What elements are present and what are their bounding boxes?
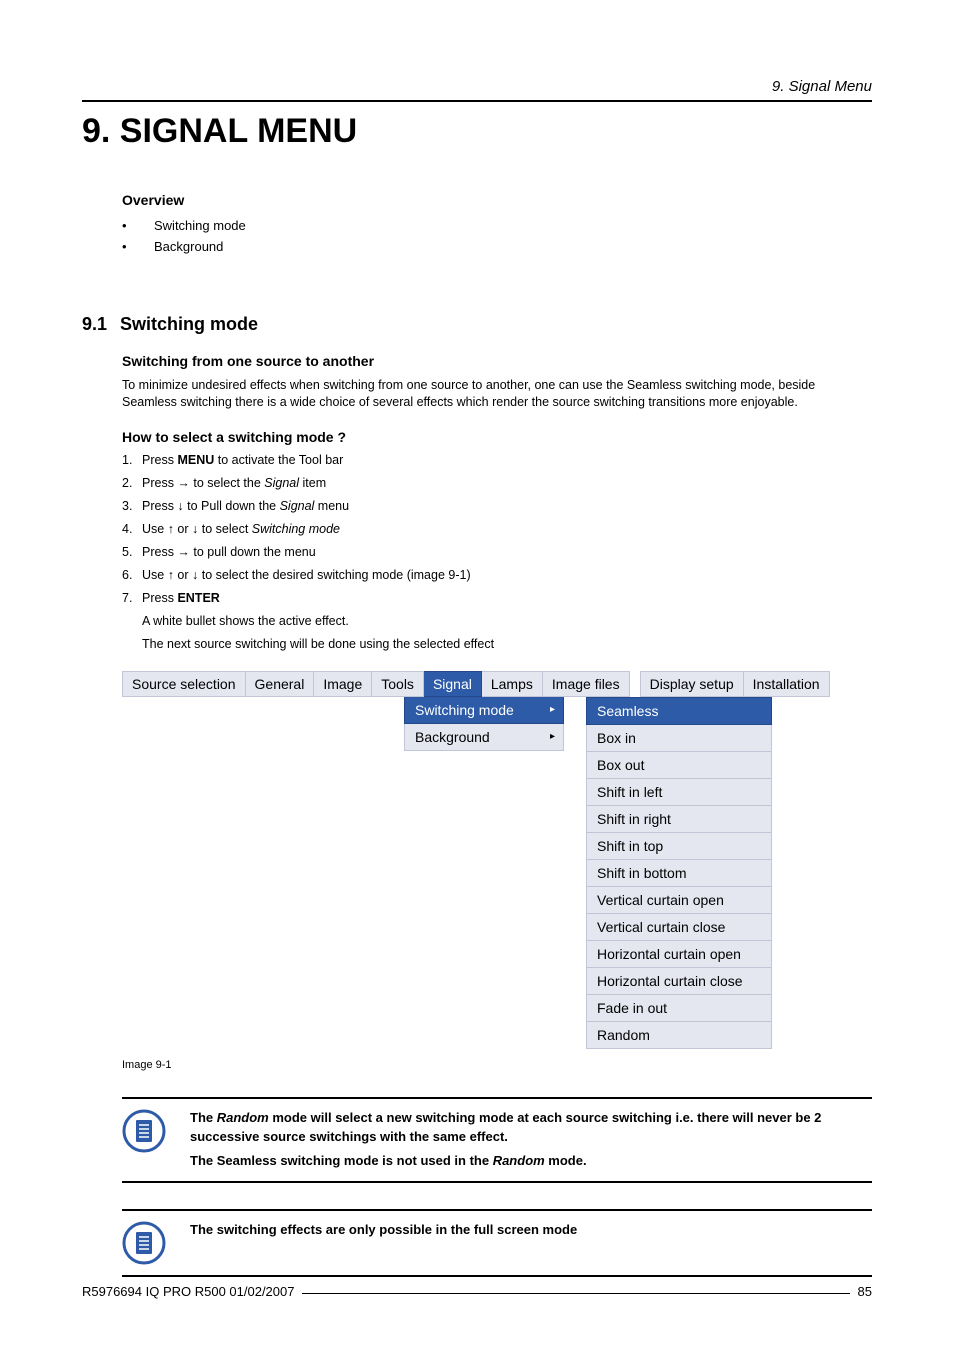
step-followup: The next source switching will be done u… [142, 637, 872, 651]
option-item[interactable]: Shift in left [586, 779, 772, 806]
chevron-right-icon: ▸ [550, 704, 555, 715]
option-item[interactable]: Random [586, 1022, 772, 1049]
option-item[interactable]: Shift in right [586, 806, 772, 833]
dropdown-item[interactable]: Background ▸ [404, 724, 564, 751]
step-keyword: ENTER [177, 591, 219, 605]
page-footer: R5976694 IQ PRO R500 01/02/2007 85 [82, 1284, 872, 1299]
step-item: 5.Press → to pull down the menu [122, 545, 872, 559]
list-item: • Switching mode [122, 218, 872, 233]
option-item-selected[interactable]: Seamless [586, 697, 772, 725]
option-item[interactable]: Vertical curtain open [586, 887, 772, 914]
header-rule [82, 100, 872, 102]
document-icon [122, 1221, 166, 1265]
footer-page-number: 85 [858, 1284, 872, 1299]
dropdown-label: Switching mode [415, 702, 514, 718]
list-item: • Background [122, 239, 872, 254]
chapter-title: 9. SIGNAL MENU [82, 112, 357, 151]
step-text: menu [314, 499, 349, 513]
menubar-item[interactable]: Source selection [122, 671, 246, 697]
step-text: Press → to select the [142, 476, 264, 490]
list-item-label: Switching mode [154, 218, 246, 233]
body-paragraph: To minimize undesired effects when switc… [122, 377, 872, 411]
step-text: Press [142, 453, 177, 467]
list-item-label: Background [154, 239, 223, 254]
menubar-item-selected[interactable]: Signal [424, 671, 482, 697]
menubar-item[interactable]: Tools [372, 671, 424, 697]
footer-rule [302, 1293, 849, 1294]
menubar-item[interactable]: Lamps [482, 671, 543, 697]
image-caption: Image 9-1 [122, 1059, 872, 1071]
step-item: 6.Use ↑ or ↓ to select the desired switc… [122, 568, 872, 582]
footer-doc-id: R5976694 IQ PRO R500 01/02/2007 [82, 1284, 294, 1299]
option-item[interactable]: Vertical curtain close [586, 914, 772, 941]
step-list: 1.Press MENU to activate the Tool bar 2.… [122, 453, 872, 651]
option-item[interactable]: Shift in top [586, 833, 772, 860]
option-item[interactable]: Box in [586, 725, 772, 752]
step-em: Switching mode [252, 522, 340, 536]
bullet-icon: • [122, 218, 154, 233]
section-number: 9.1 [82, 314, 120, 335]
bullet-icon: • [122, 239, 154, 254]
menubar-item[interactable]: Display setup [640, 671, 744, 697]
step-text: Use ↑ or ↓ to select the desired switchi… [142, 568, 471, 582]
running-header: 9. Signal Menu [772, 78, 872, 95]
option-item[interactable]: Box out [586, 752, 772, 779]
step-item: 4.Use ↑ or ↓ to select Switching mode [122, 522, 872, 536]
step-text: Press [142, 591, 177, 605]
overview-list: • Switching mode • Background [122, 218, 872, 254]
step-em: Signal [264, 476, 299, 490]
note-text: The switching effects are only possible … [190, 1221, 872, 1240]
step-item: 3.Press ↓ to Pull down the Signal menu [122, 499, 872, 513]
step-keyword: MENU [177, 453, 214, 467]
chevron-right-icon: ▸ [550, 731, 555, 742]
step-text: Use ↑ or ↓ to select [142, 522, 252, 536]
sub-heading: Switching from one source to another [122, 353, 872, 369]
overview-heading: Overview [122, 192, 872, 208]
option-item[interactable]: Horizontal curtain open [586, 941, 772, 968]
menu-figure: Source selection General Image Tools Sig… [122, 671, 872, 1049]
document-icon [122, 1109, 166, 1153]
menubar-item[interactable]: Installation [744, 671, 830, 697]
step-item: 7.Press ENTER [122, 591, 872, 605]
signal-dropdown: Switching mode ▸ Background ▸ [404, 697, 564, 1049]
note-box: The Random mode will select a new switch… [122, 1097, 872, 1184]
step-followup: A white bullet shows the active effect. [142, 614, 872, 628]
section-title: 9.1Switching mode [82, 314, 872, 335]
step-em: Signal [280, 499, 315, 513]
step-item: 1.Press MENU to activate the Tool bar [122, 453, 872, 467]
note-text: The Random mode will select a new switch… [190, 1109, 872, 1172]
switching-mode-options: Seamless Box in Box out Shift in left Sh… [586, 697, 772, 1049]
dropdown-label: Background [415, 729, 490, 745]
menubar-item[interactable]: General [246, 671, 315, 697]
menubar-item[interactable]: Image [314, 671, 372, 697]
step-text: Press ↓ to Pull down the [142, 499, 280, 513]
section-label: Switching mode [120, 314, 258, 334]
step-text: to activate the Tool bar [214, 453, 343, 467]
menubar-item[interactable]: Image files [543, 671, 630, 697]
menubar: Source selection General Image Tools Sig… [122, 671, 872, 697]
step-item: 2.Press → to select the Signal item [122, 476, 872, 490]
option-item[interactable]: Fade in out [586, 995, 772, 1022]
option-item[interactable]: Shift in bottom [586, 860, 772, 887]
step-text: item [299, 476, 326, 490]
step-text: Press → to pull down the menu [142, 545, 316, 559]
dropdown-item-selected[interactable]: Switching mode ▸ [404, 697, 564, 724]
sub-heading: How to select a switching mode ? [122, 429, 872, 445]
option-item[interactable]: Horizontal curtain close [586, 968, 772, 995]
note-box: The switching effects are only possible … [122, 1209, 872, 1277]
